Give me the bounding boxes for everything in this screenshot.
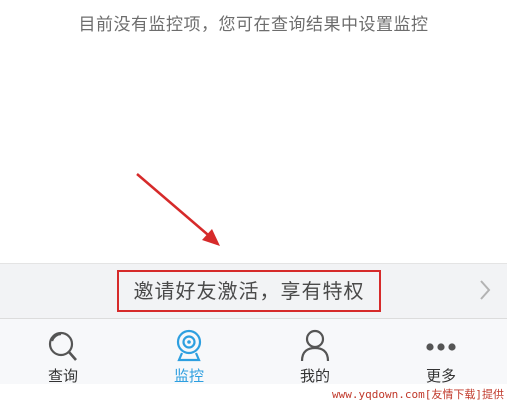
bottom-tab-bar: 查询 监控 我的 更多 <box>0 318 507 385</box>
tab-mine-label: 我的 <box>299 367 330 385</box>
tab-monitor[interactable]: 监控 <box>126 319 252 385</box>
tab-mine[interactable]: 我的 <box>252 319 378 385</box>
chevron-right-icon <box>480 280 491 300</box>
invite-promo-text[interactable]: 邀请好友激活，享有特权 <box>117 270 381 312</box>
tab-more[interactable]: 更多 <box>378 319 504 385</box>
tab-search-label: 查询 <box>47 367 78 385</box>
search-icon <box>48 331 77 361</box>
tab-more-label: 更多 <box>425 367 456 385</box>
invite-promo-bar[interactable]: 邀请好友激活，享有特权 <box>0 263 507 318</box>
site-watermark: www.yqdown.com[友情下载]提供 <box>324 384 507 406</box>
user-icon <box>300 329 330 362</box>
empty-monitor-message: 目前没有监控项，您可在查询结果中设置监控 <box>78 15 429 35</box>
tab-monitor-label: 监控 <box>173 367 204 385</box>
webcam-icon <box>176 329 202 362</box>
tab-search[interactable]: 查询 <box>0 319 126 385</box>
more-dots-icon <box>426 343 456 351</box>
